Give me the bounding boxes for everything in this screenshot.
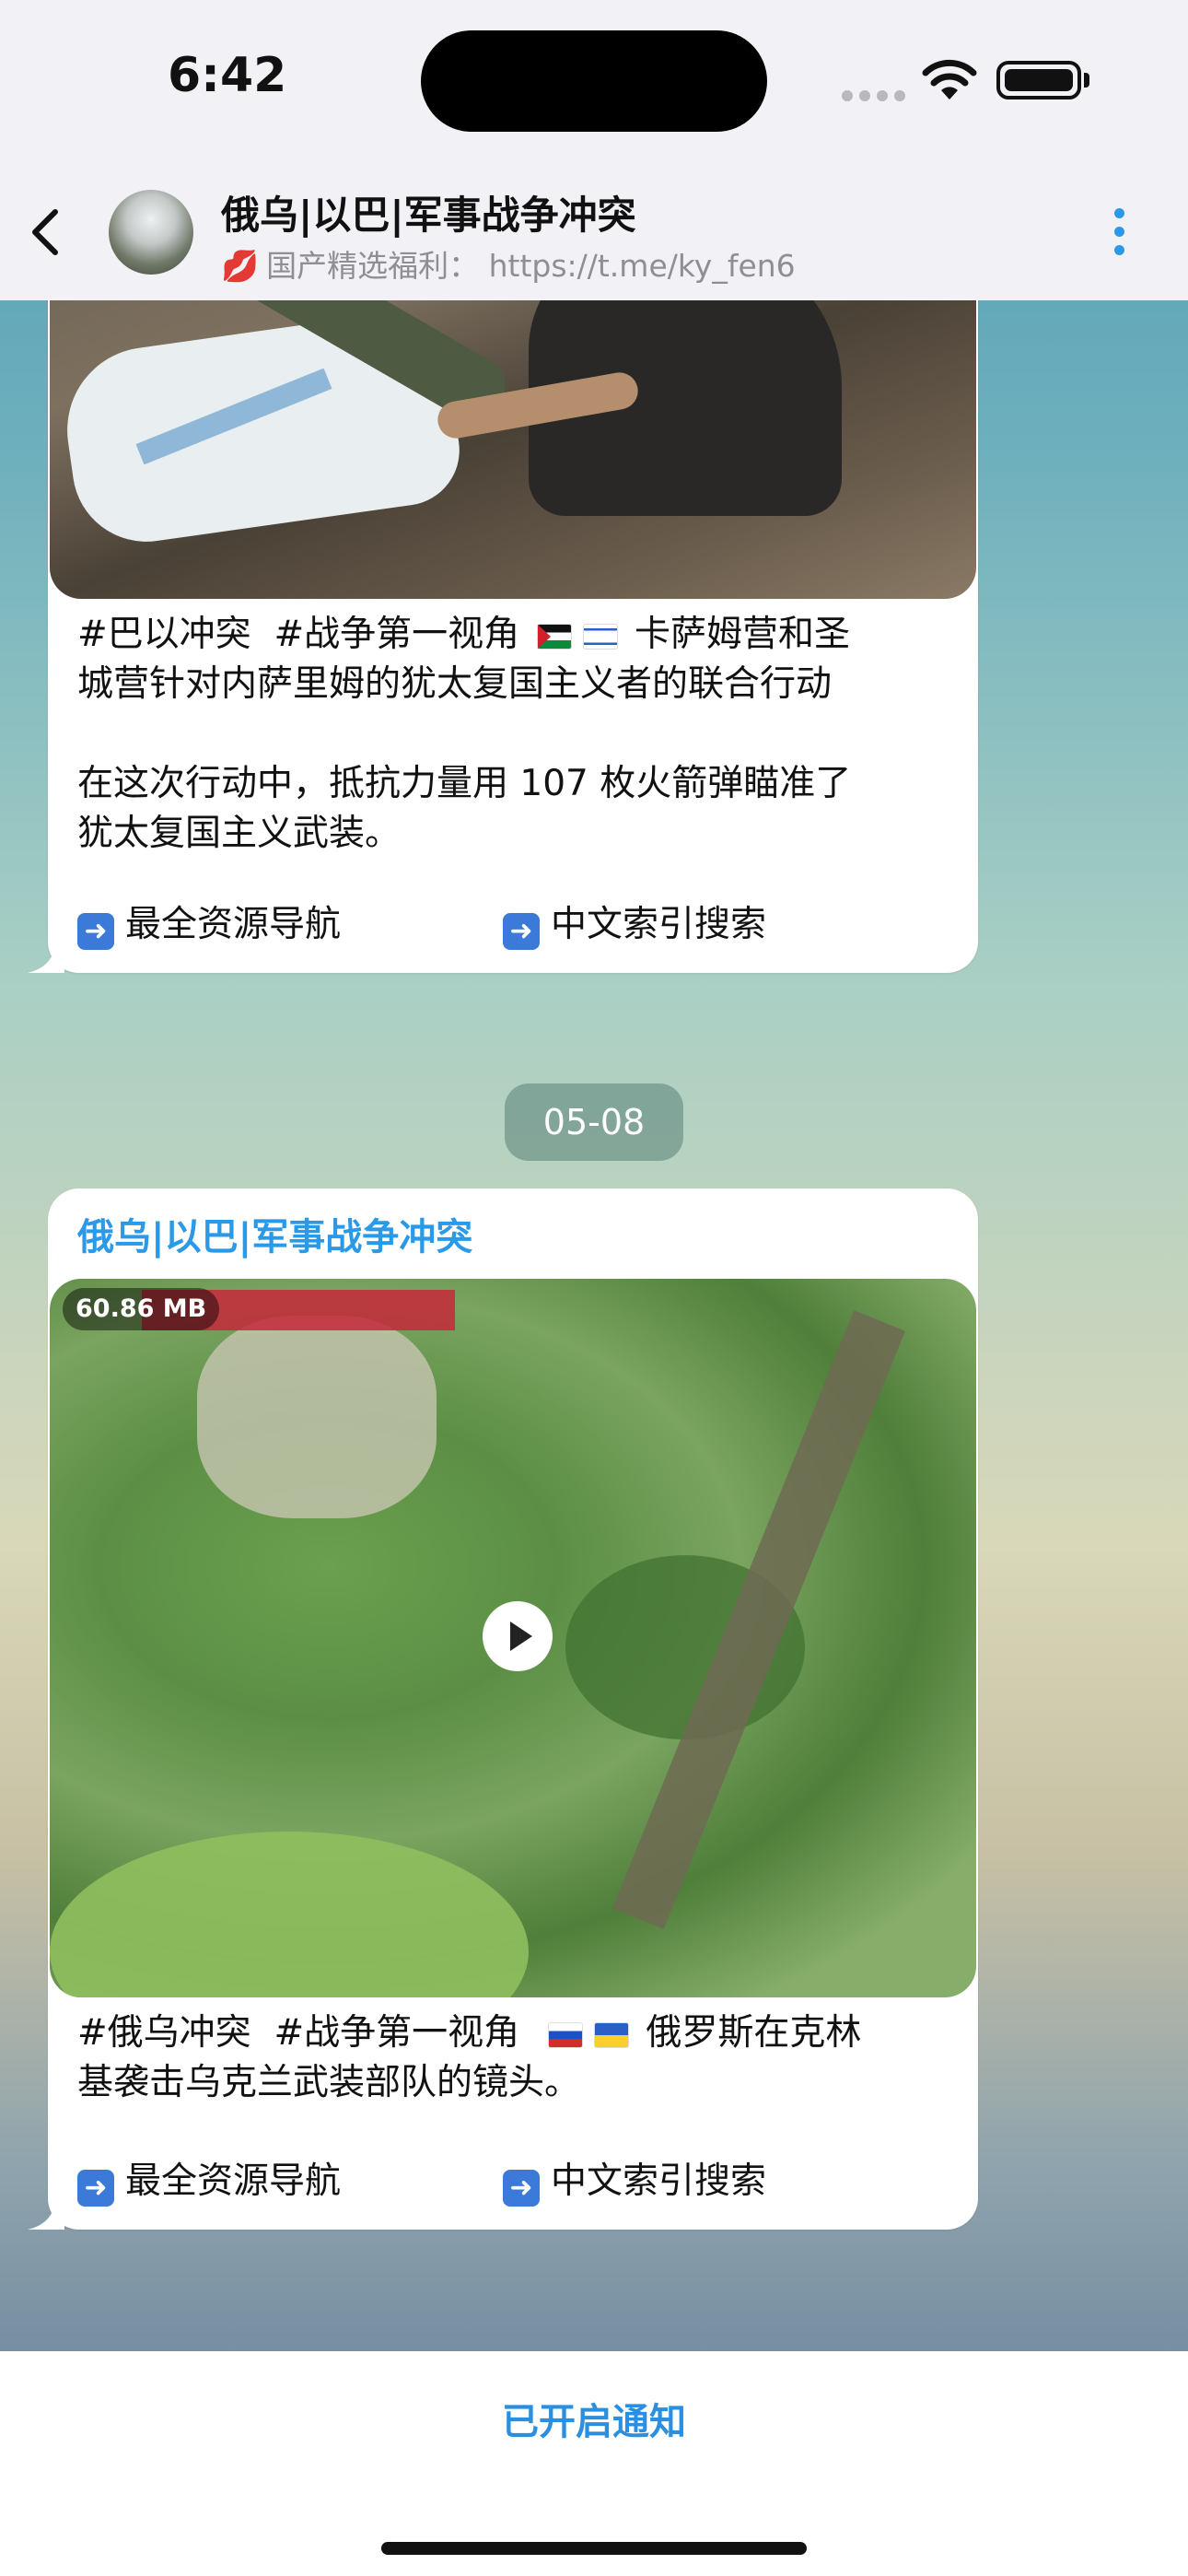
text-line: 卡萨姆营和圣 bbox=[623, 614, 850, 655]
right-arrow-icon: ➜ bbox=[503, 2170, 540, 2207]
battery-tip bbox=[1084, 73, 1089, 88]
text-line: #巴以冲突 #战争第一视角 bbox=[77, 614, 520, 655]
text-line: #俄乌冲突 #战争第一视角 bbox=[77, 2012, 520, 2054]
status-time: 6:42 bbox=[168, 48, 287, 103]
sender-name[interactable]: 俄乌|以巴|军事战争冲突 bbox=[77, 1207, 472, 1260]
video-size-badge: 60.86 MB bbox=[63, 1288, 220, 1330]
signal-icon bbox=[842, 88, 912, 105]
message-text: #俄乌冲突 #战争第一视角 俄罗斯在克林 基袭击乌克兰武装部队的镜头。 bbox=[77, 2008, 861, 2108]
play-icon[interactable] bbox=[483, 1601, 553, 1671]
date-separator: 05-08 bbox=[505, 1083, 683, 1161]
right-arrow-icon: ➜ bbox=[503, 913, 540, 950]
bubble-tail bbox=[28, 2198, 64, 2230]
channel-subtitle-text: 国产精选福利： https://t.me/ky_fen6 bbox=[266, 248, 796, 284]
israel-flag-icon bbox=[582, 623, 618, 650]
search-button[interactable]: ➜ 中文索引搜索 bbox=[503, 896, 766, 950]
home-indicator[interactable] bbox=[381, 2542, 807, 2555]
notify-toggle-button[interactable]: 已开启通知 bbox=[0, 2392, 1188, 2445]
text-line: 在这次行动中，抵抗力量用 107 枚火箭弹瞄准了 bbox=[77, 763, 852, 804]
channel-avatar[interactable] bbox=[109, 190, 193, 275]
right-arrow-icon: ➜ bbox=[77, 2170, 114, 2207]
message-bubble[interactable]: #巴以冲突 #战争第一视角 卡萨姆营和圣 城营针对内萨里姆的犹太复国主义者的联合… bbox=[48, 184, 978, 973]
text-line: 基袭击乌克兰武装部队的镜头。 bbox=[77, 2062, 581, 2103]
channel-subtitle: 💋 国产精选福利： https://t.me/ky_fen6 bbox=[221, 241, 796, 286]
bottom-bar: 已开启通知 bbox=[0, 2351, 1188, 2576]
right-arrow-icon: ➜ bbox=[77, 913, 114, 950]
bubble-tail bbox=[28, 942, 64, 973]
message-text: #巴以冲突 #战争第一视角 卡萨姆营和圣 城营针对内萨里姆的犹太复国主义者的联合… bbox=[77, 610, 851, 859]
nav-button[interactable]: ➜ 最全资源导航 bbox=[77, 896, 341, 950]
text-line: 城营针对内萨里姆的犹太复国主义者的联合行动 bbox=[77, 663, 833, 705]
top-bar: 6:42 俄乌|以巴|军事战争冲突 💋 国产精选福利： https://t.me/… bbox=[0, 0, 1188, 300]
lips-icon: 💋 bbox=[221, 248, 260, 284]
nav-button[interactable]: ➜ 最全资源导航 bbox=[77, 2152, 341, 2207]
palestine-flag-icon bbox=[536, 623, 572, 650]
russia-flag-icon bbox=[547, 2021, 583, 2048]
dynamic-island bbox=[421, 30, 767, 132]
message-video[interactable]: 60.86 MB bbox=[50, 1279, 976, 1997]
battery-icon bbox=[996, 61, 1081, 100]
channel-title[interactable]: 俄乌|以巴|军事战争冲突 bbox=[221, 184, 636, 240]
search-button[interactable]: ➜ 中文索引搜索 bbox=[503, 2152, 766, 2207]
ukraine-flag-icon bbox=[593, 2021, 629, 2048]
more-vertical-icon[interactable] bbox=[1112, 208, 1127, 260]
chevron-left-icon[interactable] bbox=[24, 205, 66, 260]
text-line: 俄罗斯在克林 bbox=[634, 2012, 862, 2054]
text-line: 犹太复国主义武装。 bbox=[77, 813, 402, 854]
wifi-icon bbox=[922, 59, 977, 100]
message-bubble[interactable]: 俄乌|以巴|军事战争冲突 60.86 MB #俄乌冲突 #战争第一视角 俄罗斯在… bbox=[48, 1188, 978, 2230]
